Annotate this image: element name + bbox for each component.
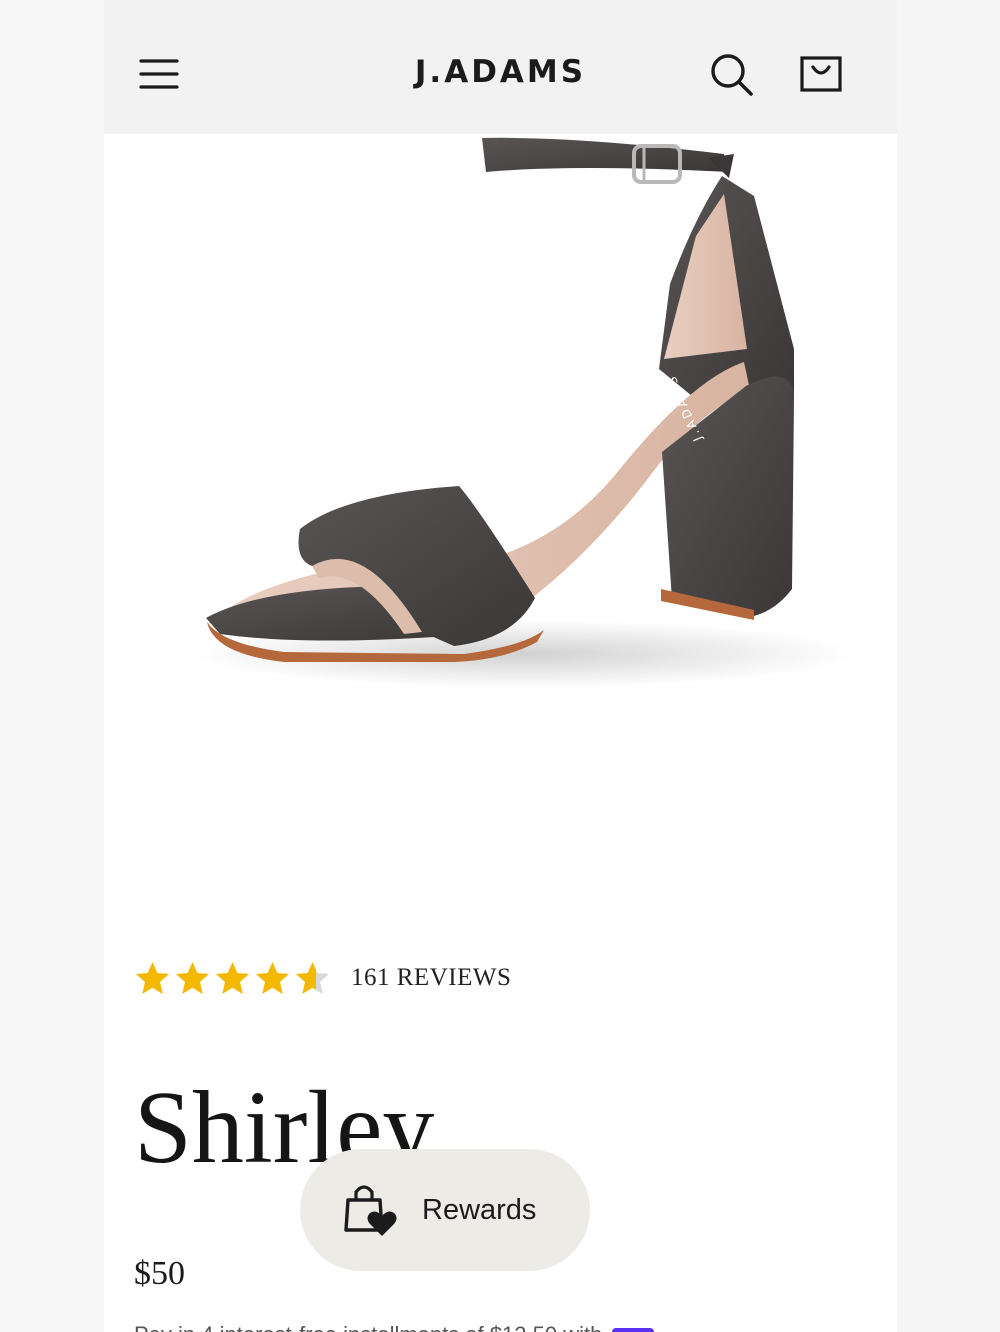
star-icon [176,961,209,994]
reviews-link[interactable]: 161 REVIEWS [351,964,511,992]
product-image[interactable]: J.ADAMS [104,134,897,894]
payment-installments-notice: Pay in 4 interest-free installments of $… [134,1318,864,1332]
rewards-button[interactable]: Rewards [300,1149,590,1271]
installments-text: Pay in 4 interest-free installments of $… [134,1322,602,1332]
star-icon [256,961,289,994]
brand-logo[interactable]: J.ADAMS [334,52,667,92]
shopping-bag-icon[interactable] [797,50,845,98]
page-margin-right [897,0,1000,1332]
hamburger-menu-icon[interactable] [139,54,179,94]
rewards-label: Rewards [422,1193,537,1226]
product-page: J.ADAMS J.ADAMS 161 REVIEWS Shirley $50 … [104,0,897,1332]
site-header: J.ADAMS [104,0,897,134]
star-icon [136,961,169,994]
search-icon[interactable] [707,50,755,98]
product-price: $50 [134,1255,185,1292]
sandal-illustration: J.ADAMS [194,137,854,688]
shop-pay-badge[interactable] [612,1328,655,1332]
page-margin-left [0,0,104,1332]
star-icon [216,961,249,994]
star-icon [296,961,329,994]
rating-row: 161 REVIEWS [134,955,654,1001]
star-rating[interactable] [134,960,331,997]
shopping-bag-heart-icon [344,1185,397,1236]
